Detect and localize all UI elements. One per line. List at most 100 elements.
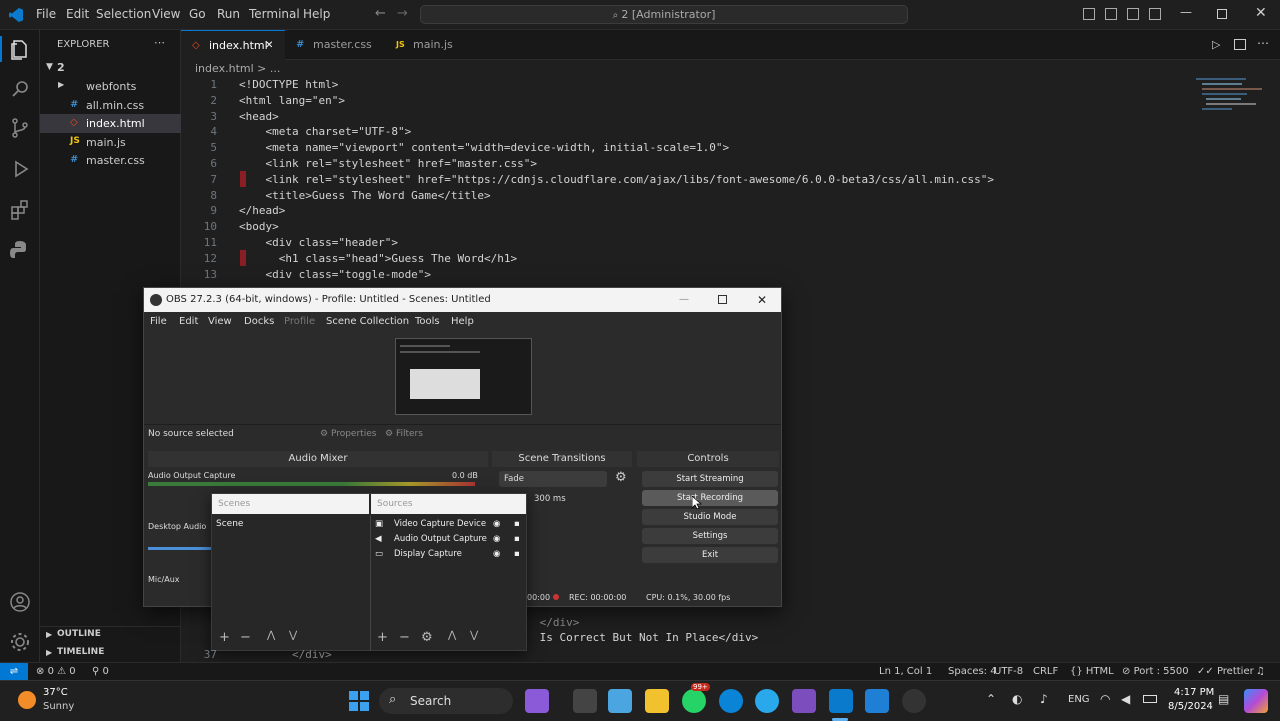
notification-icon[interactable]: ▤ (1218, 692, 1229, 706)
scene-item[interactable]: Scene (212, 516, 369, 532)
battery-icon[interactable] (1143, 695, 1157, 703)
obs-preview[interactable] (395, 338, 532, 415)
obs-menu-help[interactable]: Help (451, 316, 474, 327)
toggle-sidebar-icon[interactable] (1083, 8, 1095, 20)
obs-close-icon[interactable]: ✕ (757, 288, 767, 312)
minimize-icon[interactable]: — (1180, 5, 1192, 19)
clock-time[interactable]: 4:17 PM (1174, 687, 1214, 698)
menu-view[interactable]: View (152, 7, 180, 21)
weather-sun-icon[interactable] (18, 691, 36, 709)
start-streaming-button[interactable]: Start Streaming (642, 471, 778, 487)
obs-menu-tools[interactable]: Tools (415, 316, 440, 327)
input-language[interactable]: ENG (1068, 694, 1090, 705)
visual-studio-icon[interactable] (792, 689, 816, 713)
tab-master-css[interactable]: # master.css (285, 30, 385, 60)
obs-menu-profile[interactable]: Profile (284, 316, 315, 327)
volume-slider[interactable] (148, 547, 212, 550)
eye-icon[interactable]: ◉ (493, 532, 500, 547)
menu-file[interactable]: File (36, 7, 56, 21)
run-icon[interactable]: ▷ (1212, 38, 1220, 51)
transition-select[interactable]: Fade (499, 471, 607, 487)
chevron-right-icon[interactable]: ▶ (46, 630, 52, 639)
weather-condition[interactable]: Sunny (43, 701, 74, 712)
obs-taskbar-icon[interactable] (902, 689, 926, 713)
edge-browser-icon[interactable] (719, 689, 743, 713)
python-icon[interactable] (8, 238, 32, 262)
run-debug-icon[interactable] (8, 157, 32, 181)
toggle-panel-icon[interactable] (1105, 8, 1117, 20)
tab-index-html[interactable]: ◇ index.html ✕ (181, 30, 285, 60)
clock-date[interactable]: 8/5/2024 (1168, 701, 1213, 712)
task-view-icon[interactable] (573, 689, 597, 713)
problems-indicator[interactable]: ⊗ 0 ⚠ 0 (36, 663, 76, 680)
split-editor-icon[interactable] (1234, 39, 1246, 50)
cursor-position[interactable]: Ln 1, Col 1 (879, 663, 932, 680)
lock-icon[interactable]: ▪ (514, 547, 520, 562)
exit-button[interactable]: Exit (642, 547, 778, 563)
start-recording-button[interactable]: Start Recording (642, 490, 778, 506)
tray-app-icon[interactable]: ◐ (1012, 692, 1022, 706)
menu-edit[interactable]: Edit (66, 7, 89, 21)
source-item[interactable]: ▣ Video Capture Device ◉ ▪ (372, 517, 526, 532)
live-server-port[interactable]: ⊘ Port : 5500 (1122, 663, 1189, 680)
menu-selection[interactable]: Selection (96, 7, 151, 21)
menu-terminal[interactable]: Terminal (249, 7, 300, 21)
weather-temp[interactable]: 37°C (43, 687, 68, 698)
wifi-icon[interactable]: ◠ (1100, 692, 1110, 706)
start-windows-icon[interactable] (349, 691, 369, 711)
volume-icon[interactable]: ◀ (1121, 692, 1130, 706)
obs-menu-view[interactable]: View (208, 316, 232, 327)
explorer-icon[interactable] (8, 38, 32, 62)
obs-menu-docks[interactable]: Docks (244, 316, 274, 327)
remote-icon[interactable]: ⇌ (0, 663, 28, 681)
breadcrumb[interactable]: index.html > ... (195, 62, 280, 75)
search-icon[interactable] (8, 77, 32, 101)
obs-menu-file[interactable]: File (150, 316, 167, 327)
scenes-title[interactable]: Scenes (212, 494, 369, 514)
chevron-down-icon[interactable]: ▼ (46, 62, 53, 72)
eye-icon[interactable]: ◉ (493, 517, 500, 532)
timeline-section[interactable]: TIMELINE (57, 647, 104, 657)
folder-root[interactable]: 2 (57, 61, 65, 74)
language-mode[interactable]: {} HTML (1070, 663, 1114, 680)
sources-title[interactable]: Sources (371, 494, 526, 514)
app-icon[interactable] (865, 689, 889, 713)
outline-section[interactable]: OUTLINE (57, 629, 101, 639)
lock-icon[interactable]: ▪ (514, 532, 520, 547)
whatsapp-icon[interactable]: 99+ (682, 683, 710, 713)
tree-item-main-js[interactable]: JS main.js (40, 133, 181, 151)
maximize-icon[interactable] (1217, 9, 1227, 19)
customize-layout-icon[interactable] (1149, 8, 1161, 20)
lock-icon[interactable]: ▪ (514, 517, 520, 532)
minimap[interactable] (1196, 75, 1266, 145)
transition-settings-gear-icon[interactable]: ⚙ (615, 470, 627, 485)
source-control-icon[interactable] (8, 116, 32, 140)
tree-item-webfonts[interactable]: ▶ webfonts (40, 77, 181, 95)
more-actions-icon[interactable]: ⋯ (1257, 36, 1269, 50)
telegram-icon[interactable] (755, 689, 779, 713)
accounts-icon[interactable] (8, 590, 32, 614)
tree-item-all-min-css[interactable]: # all.min.css (40, 96, 181, 114)
line-ending[interactable]: CRLF (1033, 663, 1058, 680)
obs-menu-edit[interactable]: Edit (179, 316, 198, 327)
encoding[interactable]: UTF-8 (994, 663, 1023, 680)
back-arrow-icon[interactable]: ← (375, 6, 386, 21)
copilot-icon[interactable] (1244, 689, 1268, 713)
obs-minimize-icon[interactable]: — (679, 288, 689, 312)
tree-item-index-html[interactable]: ◇ index.html (40, 114, 181, 133)
notifications-bell-icon[interactable]: ♫ (1256, 663, 1265, 680)
duration-spinbox[interactable]: 300 ms (534, 491, 622, 507)
filters-button[interactable]: ⚙ Filters (385, 429, 423, 439)
toggle-secondary-sidebar-icon[interactable] (1127, 8, 1139, 20)
properties-button[interactable]: ⚙ Properties (320, 429, 376, 439)
manage-gear-icon[interactable] (8, 630, 32, 654)
menu-help[interactable]: Help (303, 7, 330, 21)
source-item[interactable]: ▭ Display Capture ◉ ▪ (372, 547, 526, 562)
forward-arrow-icon[interactable]: → (397, 6, 408, 21)
obs-menu-scene-collection[interactable]: Scene Collection (326, 316, 409, 327)
ports-indicator[interactable]: ⚲ 0 (92, 663, 109, 680)
extensions-icon[interactable] (8, 198, 32, 222)
eye-icon[interactable]: ◉ (493, 547, 500, 562)
close-icon[interactable]: ✕ (1255, 5, 1267, 21)
tab-main-js[interactable]: JS main.js (385, 30, 477, 60)
